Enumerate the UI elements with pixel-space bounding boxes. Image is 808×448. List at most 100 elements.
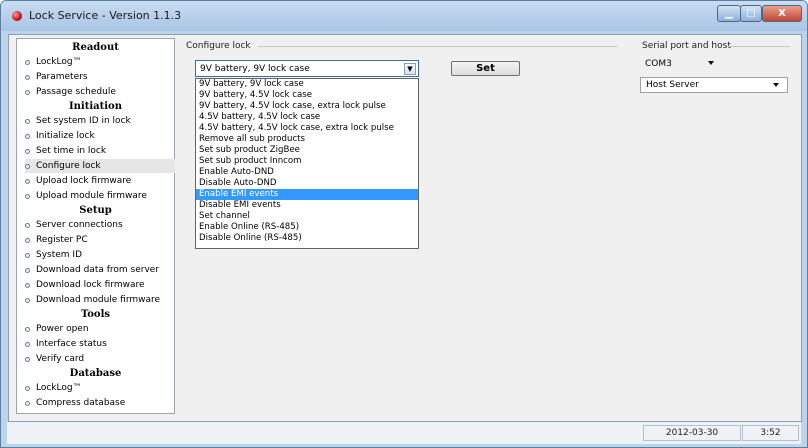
sidebar-item-label: Compress database [36, 398, 126, 408]
serial-group-line [728, 46, 790, 47]
sidebar-item-label: Passage schedule [36, 87, 116, 97]
sidebar-item-label: Server connections [36, 220, 123, 230]
bullet-icon [25, 118, 30, 124]
bullet-icon [25, 356, 30, 362]
sidebar-item[interactable]: System ID [25, 248, 175, 262]
sidebar-item[interactable]: Verify card [25, 352, 175, 366]
sidebar-item-label: Set system ID in lock [36, 116, 131, 126]
sidebar-section-header: Database [69, 368, 122, 379]
status-bar: 2012-03-30 3:52 [7, 422, 801, 444]
chevron-down-icon[interactable] [773, 83, 779, 87]
sidebar-item-label: Power open [36, 324, 89, 334]
status-message [7, 425, 642, 441]
sidebar-item[interactable]: LockLog™ [25, 55, 175, 69]
bullet-icon [25, 74, 30, 80]
dropdown-option[interactable]: Set sub product ZigBee [196, 145, 418, 156]
sidebar-item[interactable]: Interface status [25, 337, 175, 351]
chevron-down-icon[interactable]: ▼ [404, 63, 416, 75]
sidebar-section-header: Readout [72, 42, 119, 53]
sidebar-item[interactable]: Download lock firmware [25, 278, 175, 292]
lock-config-select[interactable]: 9V battery, 9V lock case ▼ [195, 60, 419, 77]
sidebar-item[interactable]: Initialize lock [25, 129, 175, 143]
sidebar-item[interactable]: Server connections [25, 218, 175, 232]
com-port-select[interactable]: COM3 [640, 56, 722, 72]
bullet-icon [25, 326, 30, 332]
sidebar-item-label: Register PC [36, 235, 88, 245]
sidebar-item-label: Upload module firmware [36, 191, 147, 201]
bullet-icon [25, 222, 30, 228]
sidebar-item-label: Interface status [36, 339, 107, 349]
sidebar-section-header: Initiation [68, 101, 122, 112]
close-button[interactable]: X [762, 5, 802, 22]
sidebar-item[interactable]: Download data from server [25, 263, 175, 277]
dropdown-option[interactable]: Enable EMI events [196, 189, 418, 200]
sidebar-item-label: Set time in lock [36, 146, 107, 156]
bullet-icon [25, 385, 30, 391]
minimize-icon: ▁ [725, 8, 733, 19]
dropdown-option[interactable]: 9V battery, 4.5V lock case [196, 90, 418, 101]
bullet-icon [25, 282, 30, 288]
dropdown-option[interactable]: Disable Online (RS-485) [196, 233, 418, 244]
dropdown-option[interactable]: Disable EMI events [196, 200, 418, 211]
sidebar-item-label: LockLog™ [36, 57, 82, 67]
minimize-button[interactable]: ▁ [717, 5, 741, 22]
dropdown-option[interactable]: 4.5V battery, 4.5V lock case [196, 112, 418, 123]
dropdown-option[interactable]: Enable Auto-DND [196, 167, 418, 178]
sidebar-item[interactable]: LockLog™ [25, 381, 175, 395]
dropdown-option[interactable]: Set sub product Inncom [196, 156, 418, 167]
sidebar-item-label: Verify card [36, 354, 85, 364]
sidebar-item[interactable]: Upload module firmware [25, 189, 175, 203]
bullet-icon [25, 89, 30, 95]
sidebar-item-label: System ID [36, 250, 83, 260]
configure-lock-group-line [258, 46, 618, 47]
host-select[interactable]: Host Server [640, 77, 788, 93]
sidebar-item[interactable]: Parameters [25, 70, 175, 84]
bullet-icon [25, 341, 30, 347]
sidebar-item-label: Upload lock firmware [36, 176, 132, 186]
lock-config-selected-value: 9V battery, 9V lock case [200, 63, 310, 74]
bullet-icon [25, 133, 30, 139]
sidebar-item[interactable]: Set time in lock [25, 144, 175, 158]
sidebar-item[interactable]: Power open [25, 322, 175, 336]
dropdown-option[interactable]: Disable Auto-DND [196, 178, 418, 189]
title-bar[interactable]: Lock Service - Version 1.1.3 ▁ □ X [1, 1, 807, 31]
sidebar-section-header: Tools [80, 309, 111, 320]
dropdown-option[interactable]: Remove all sub products [196, 134, 418, 145]
bullet-icon [25, 267, 30, 273]
bullet-icon [25, 163, 30, 169]
set-button[interactable]: Set [451, 61, 520, 76]
sidebar-item[interactable]: Set system ID in lock [25, 114, 175, 128]
sidebar-item[interactable]: Register PC [25, 233, 175, 247]
maximize-icon: □ [746, 8, 756, 19]
bullet-icon [25, 148, 30, 154]
sidebar-item[interactable]: Download module firmware [25, 293, 175, 307]
bullet-icon [25, 252, 30, 258]
close-icon: X [778, 8, 786, 19]
dropdown-option[interactable]: Enable Online (RS-485) [196, 222, 418, 233]
bullet-icon [25, 59, 30, 65]
dropdown-option[interactable]: 4.5V battery, 4.5V lock case, extra lock… [196, 123, 418, 134]
lock-config-dropdown-list[interactable]: 9V battery, 9V lock case 9V battery, 4.5V… [195, 78, 419, 249]
dropdown-option[interactable]: 9V battery, 4.5V lock case, extra lock p… [196, 101, 418, 112]
sidebar-item[interactable]: Compress database [25, 396, 175, 410]
dropdown-option[interactable]: 9V battery, 9V lock case [196, 79, 418, 90]
app-lock-icon [12, 11, 22, 21]
sidebar-item[interactable]: Passage schedule [25, 85, 175, 99]
sidebar-item-label: Parameters [36, 72, 88, 82]
com-port-value: COM3 [645, 59, 672, 69]
window-title: Lock Service - Version 1.1.3 [29, 9, 182, 22]
sidebar-item-label: Initialize lock [36, 131, 95, 141]
sidebar-item-label: LockLog™ [36, 383, 82, 393]
status-time: 3:52 [742, 425, 799, 441]
maximize-button[interactable]: □ [740, 5, 762, 22]
sidebar-item[interactable]: Upload lock firmware [25, 174, 175, 188]
bullet-icon [25, 297, 30, 303]
dropdown-option[interactable]: Set channel [196, 211, 418, 222]
chevron-down-icon[interactable] [708, 61, 714, 65]
bullet-icon [25, 400, 30, 406]
bullet-icon [25, 237, 30, 243]
sidebar-item[interactable]: Configure lock [25, 159, 175, 173]
configure-lock-group-label: Configure lock [186, 41, 251, 51]
sidebar-item-label: Download lock firmware [36, 280, 145, 290]
sidebar: Readout LockLog™ Parameters Passage schedul… [16, 38, 175, 414]
